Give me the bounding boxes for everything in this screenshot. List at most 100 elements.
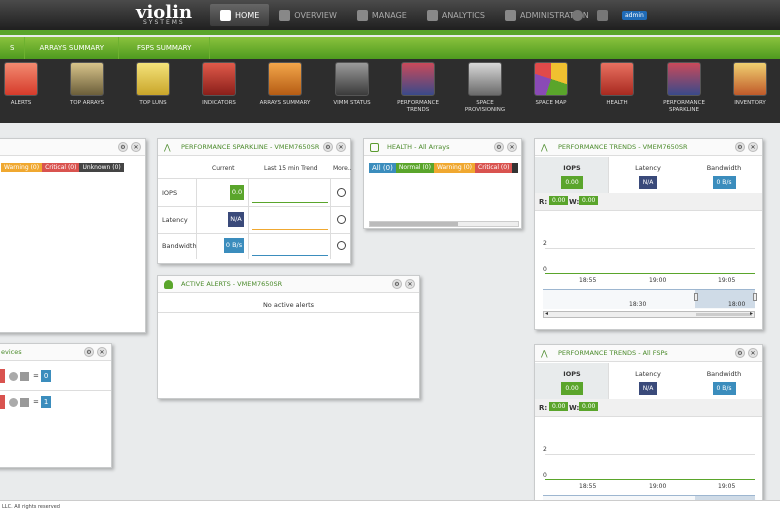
navigator-tick: 18:00: [728, 301, 746, 308]
row-label-iops: IOPS: [162, 189, 178, 197]
tab-latency[interactable]: Latency N/A: [611, 370, 685, 395]
subnav-fsps-summary[interactable]: FSPS SUMMARY: [119, 37, 211, 59]
scroll-right-icon[interactable]: ▸: [750, 310, 753, 317]
latency-sparkline: [252, 229, 328, 230]
iops-series-line: [545, 479, 755, 480]
tool-space-provisioning[interactable]: SPACE PROVISIONING: [456, 62, 514, 114]
settings-icon[interactable]: ⚙: [323, 142, 333, 152]
zoom-icon[interactable]: [337, 241, 346, 250]
tool-label: HEALTH: [606, 100, 628, 106]
nav-analytics[interactable]: ANALYTICS: [417, 4, 495, 26]
filter-critical[interactable]: Critical (0): [475, 163, 513, 173]
settings-icon[interactable]: ⚙: [735, 142, 745, 152]
tool-space-map[interactable]: SPACE MAP: [522, 62, 580, 107]
tool-health[interactable]: HEALTH: [588, 62, 646, 107]
panel-buttons: ⚙ ✕: [732, 142, 758, 152]
zoom-icon[interactable]: [337, 188, 346, 197]
settings-icon[interactable]: ⚙: [735, 348, 745, 358]
nav-home[interactable]: HOME: [210, 4, 270, 26]
unknown-badge[interactable]: Unknown (0): [79, 163, 124, 172]
col-more[interactable]: More..: [333, 165, 352, 172]
tool-top-luns[interactable]: TOP LUNS: [124, 62, 182, 107]
logo-subtitle: SYSTEMS: [143, 19, 185, 26]
tool-performance-trends[interactable]: PERFORMANCE TRENDS: [389, 62, 447, 114]
panel-title: ACTIVE ALERTS - VMEM7650SR: [181, 280, 283, 288]
tab-iops[interactable]: IOPS 0.00: [535, 370, 609, 395]
divider: [158, 206, 350, 207]
panel-header: ACTIVE ALERTS - VMEM7650SR: [158, 276, 419, 293]
panel-buttons: ⚙ ✕: [732, 348, 758, 358]
tab-bandwidth[interactable]: Bandwidth 0 B/s: [687, 370, 761, 395]
nav-manage[interactable]: MANAGE: [347, 4, 417, 26]
plus-icon: [9, 397, 18, 407]
zoom-icon[interactable]: [337, 215, 346, 224]
scroll-left-icon[interactable]: ◂: [545, 310, 548, 317]
scrollbar-thumb[interactable]: [370, 222, 458, 226]
tab-bandwidth[interactable]: Bandwidth 0 B/s: [687, 164, 761, 189]
close-icon[interactable]: ✕: [748, 142, 758, 152]
settings-icon[interactable]: ⚙: [118, 142, 128, 152]
scrollbar-thumb[interactable]: [696, 313, 752, 316]
filter-more[interactable]: [512, 163, 519, 173]
logout-icon[interactable]: [597, 10, 608, 21]
nav-administration[interactable]: ADMINISTRATION: [495, 4, 599, 26]
y-tick: 2: [543, 446, 547, 453]
close-icon[interactable]: ✕: [336, 142, 346, 152]
eye-icon: [279, 9, 291, 21]
nav-overview[interactable]: OVERVIEW: [269, 4, 347, 26]
devices-panel: evices ⚙ ✕ = 0 = 1: [0, 343, 112, 468]
filter-warning[interactable]: Warning (0): [433, 163, 476, 173]
close-icon[interactable]: ✕: [748, 348, 758, 358]
tool-indicators[interactable]: INDICATORS: [190, 62, 248, 107]
bell-icon: [164, 279, 173, 289]
navigator[interactable]: 18:30 18:00: [543, 289, 757, 309]
bandwidth-value: 0 B/s: [712, 382, 736, 395]
performance-sparkline-icon: [667, 62, 701, 96]
range-handle-left[interactable]: [694, 293, 698, 301]
tab-iops[interactable]: IOPS 0.00: [535, 164, 609, 189]
space-map-icon: [534, 62, 568, 96]
tool-vimm-status[interactable]: VIMM STATUS: [323, 62, 381, 107]
top-bar: violin SYSTEMS HOME OVERVIEW MANAGE ANAL…: [0, 0, 780, 30]
help-icon[interactable]: [572, 10, 583, 21]
x-tick: 18:55: [579, 277, 597, 284]
tool-arrays-summary[interactable]: ARRAYS SUMMARY: [256, 62, 314, 107]
range-handle-right[interactable]: [753, 293, 757, 301]
iops-value: 0.00: [561, 382, 583, 395]
tool-label: TOP ARRAYS: [69, 100, 105, 106]
panel-buttons: ⚙ ✕: [115, 142, 141, 152]
close-icon[interactable]: ✕: [131, 142, 141, 152]
tab-label: Bandwidth: [706, 370, 742, 378]
row-label-bandwidth: Bandwidth: [162, 242, 197, 250]
equals-icon: =: [33, 372, 39, 380]
horizontal-scrollbar[interactable]: [369, 221, 519, 227]
navigator-scrollbar[interactable]: ◂ ▸: [543, 310, 755, 318]
tab-latency[interactable]: Latency N/A: [611, 164, 685, 189]
read-label: R:: [539, 404, 548, 412]
iops-value: 0.0: [230, 185, 244, 200]
settings-icon[interactable]: ⚙: [84, 347, 94, 357]
close-icon[interactable]: ✕: [97, 347, 107, 357]
tool-alerts[interactable]: ALERTS: [0, 62, 50, 107]
critical-badge[interactable]: Critical (0): [42, 163, 80, 172]
warning-badge[interactable]: Warning (0): [1, 163, 43, 172]
settings-icon[interactable]: ⚙: [392, 279, 402, 289]
subnav-tab-0[interactable]: S: [0, 37, 26, 59]
filter-normal[interactable]: Normal (0): [395, 163, 434, 173]
status-bar: [0, 369, 5, 383]
row-label-latency: Latency: [162, 216, 188, 224]
subnav-arrays-summary[interactable]: ARRAYS SUMMARY: [25, 37, 120, 59]
panel-header: ⋀ PERFORMANCE TRENDS - All FSPs: [535, 345, 762, 362]
close-icon[interactable]: ✕: [507, 142, 517, 152]
rw-bar: R: 0.00 W: 0.00: [535, 399, 762, 417]
settings-icon[interactable]: ⚙: [494, 142, 504, 152]
tool-performance-sparkline[interactable]: PERFORMANCE SPARKLINE: [655, 62, 713, 114]
filter-all[interactable]: All (0): [369, 163, 396, 173]
user-badge[interactable]: admin: [622, 11, 647, 20]
tool-inventory[interactable]: INVENTORY: [721, 62, 779, 107]
vimm-status-icon: [335, 62, 369, 96]
navigator-range[interactable]: [695, 290, 755, 308]
x-tick: 18:55: [579, 483, 597, 490]
tool-top-arrays[interactable]: TOP ARRAYS: [58, 62, 116, 107]
close-icon[interactable]: ✕: [405, 279, 415, 289]
